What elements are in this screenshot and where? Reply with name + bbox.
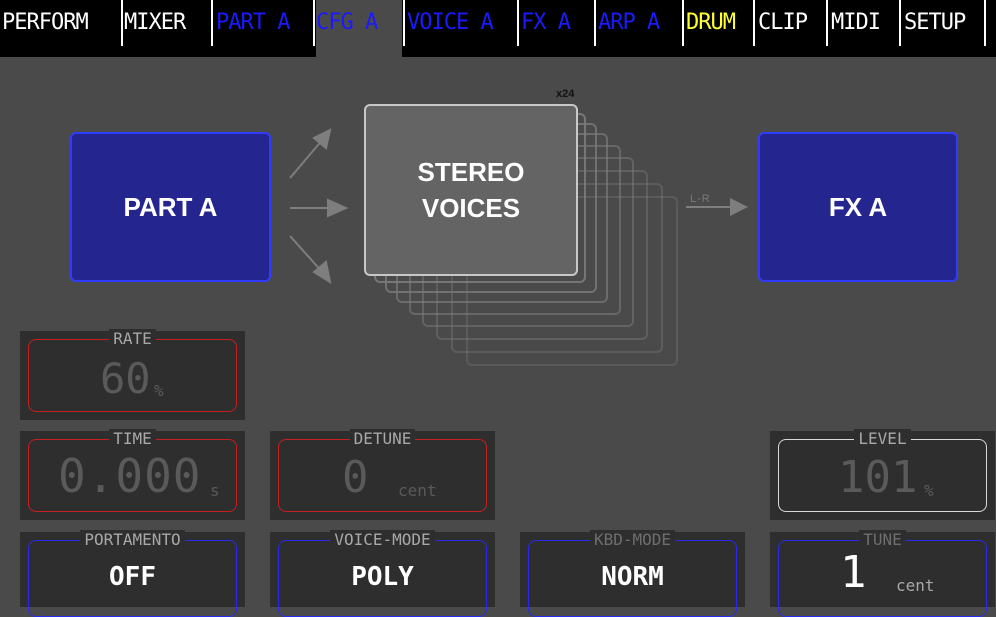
- tune-unit: cent: [896, 576, 935, 595]
- tab-clip[interactable]: CLIP: [758, 0, 824, 46]
- voice-mode-label: VOICE-MODE: [330, 530, 435, 549]
- voice-mode-value: POLY: [351, 562, 414, 592]
- kbd-mode-value: NORM: [601, 562, 664, 592]
- rate-unit: %: [154, 381, 164, 400]
- detune-value: 0: [342, 452, 369, 503]
- voice-count-label: x24: [556, 88, 575, 100]
- rate-label: RATE: [109, 329, 156, 348]
- rate-param[interactable]: RATE 60 %: [20, 329, 245, 420]
- tab-mixer[interactable]: MIXER: [124, 0, 210, 46]
- tune-param[interactable]: TUNE 1 cent: [770, 530, 995, 617]
- tab-arp-a[interactable]: ARP A: [598, 0, 681, 46]
- kbd-mode-param[interactable]: KBD-MODE NORM: [520, 530, 745, 617]
- part-a-label: PART A: [123, 191, 218, 222]
- tab-midi[interactable]: MIDI: [831, 0, 897, 46]
- routing-arrows-icon: [289, 128, 349, 285]
- fx-a-block[interactable]: FX A: [758, 132, 958, 282]
- tab-voice-a[interactable]: VOICE A: [407, 0, 515, 46]
- detune-unit: cent: [398, 481, 437, 500]
- rate-value: 60: [100, 354, 151, 403]
- tab-setup[interactable]: SETUP: [904, 0, 982, 46]
- tab-fx-a[interactable]: FX A: [521, 0, 593, 46]
- tab-cfg-a[interactable]: CFG A: [316, 0, 402, 57]
- tab-perform[interactable]: PERFORM: [2, 0, 120, 46]
- time-value: 0.000: [58, 449, 202, 503]
- portamento-label: PORTAMENTO: [80, 530, 185, 549]
- detune-label: DETUNE: [349, 429, 416, 448]
- voice-mode-param[interactable]: VOICE-MODE POLY: [270, 530, 495, 617]
- part-a-block[interactable]: PART A: [70, 132, 271, 282]
- route-arrow-icon: [686, 198, 748, 216]
- portamento-param[interactable]: PORTAMENTO OFF: [20, 530, 245, 617]
- tab-drum[interactable]: DRUM: [686, 0, 752, 46]
- time-param[interactable]: TIME 0.000 s: [20, 429, 245, 520]
- kbd-mode-label: KBD-MODE: [589, 530, 676, 549]
- voices-line2: VOICES: [421, 193, 521, 223]
- tab-part-a[interactable]: PART A: [216, 0, 312, 46]
- tab-bar: PERFORM MIXER PART A CFG A VOICE A FX A …: [0, 0, 996, 57]
- time-label: TIME: [109, 429, 156, 448]
- time-unit: s: [210, 481, 220, 500]
- level-param[interactable]: LEVEL 101 %: [770, 429, 995, 520]
- level-value: 101: [838, 452, 918, 503]
- tune-value: 1: [840, 547, 867, 598]
- fx-a-label: FX A: [828, 191, 888, 222]
- voices-line1: STEREO: [417, 157, 525, 187]
- level-unit: %: [924, 481, 934, 500]
- detune-param[interactable]: DETUNE 0 cent: [270, 429, 495, 520]
- level-label: LEVEL: [854, 429, 911, 448]
- stereo-voices-block: STEREO VOICES: [364, 104, 578, 276]
- portamento-value: OFF: [109, 562, 156, 592]
